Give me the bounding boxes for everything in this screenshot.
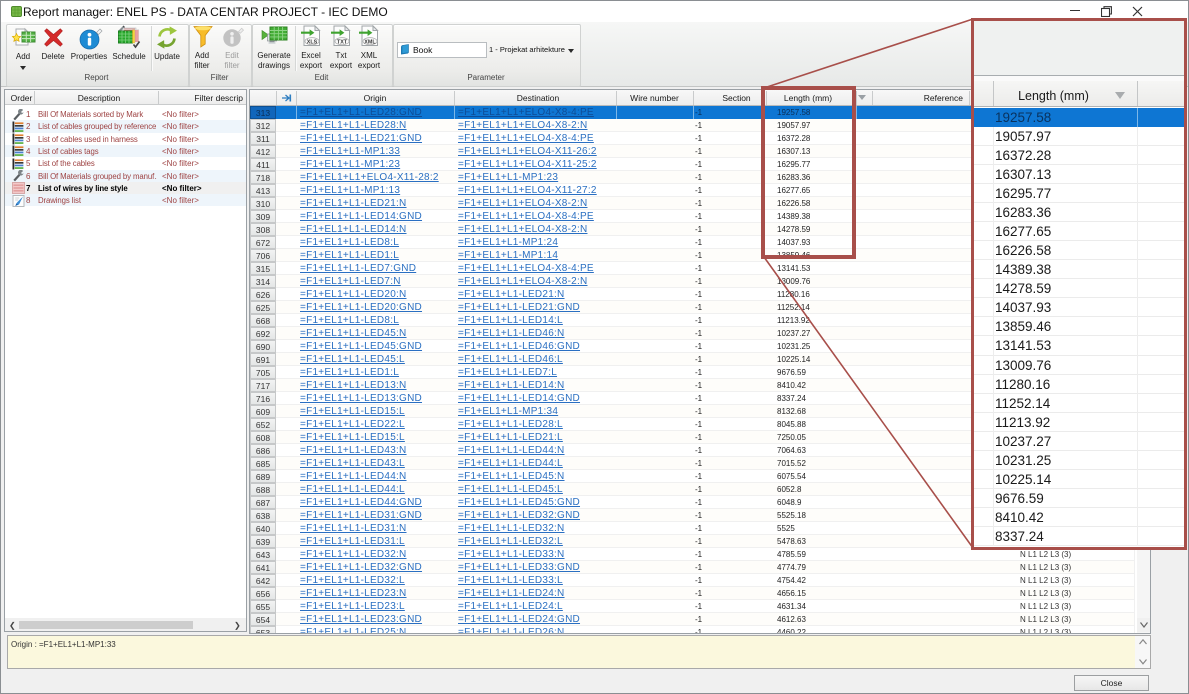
svg-text:XML: XML [364, 39, 376, 45]
svg-text:TXT: TXT [337, 39, 348, 45]
svg-text:XLS: XLS [307, 39, 318, 45]
